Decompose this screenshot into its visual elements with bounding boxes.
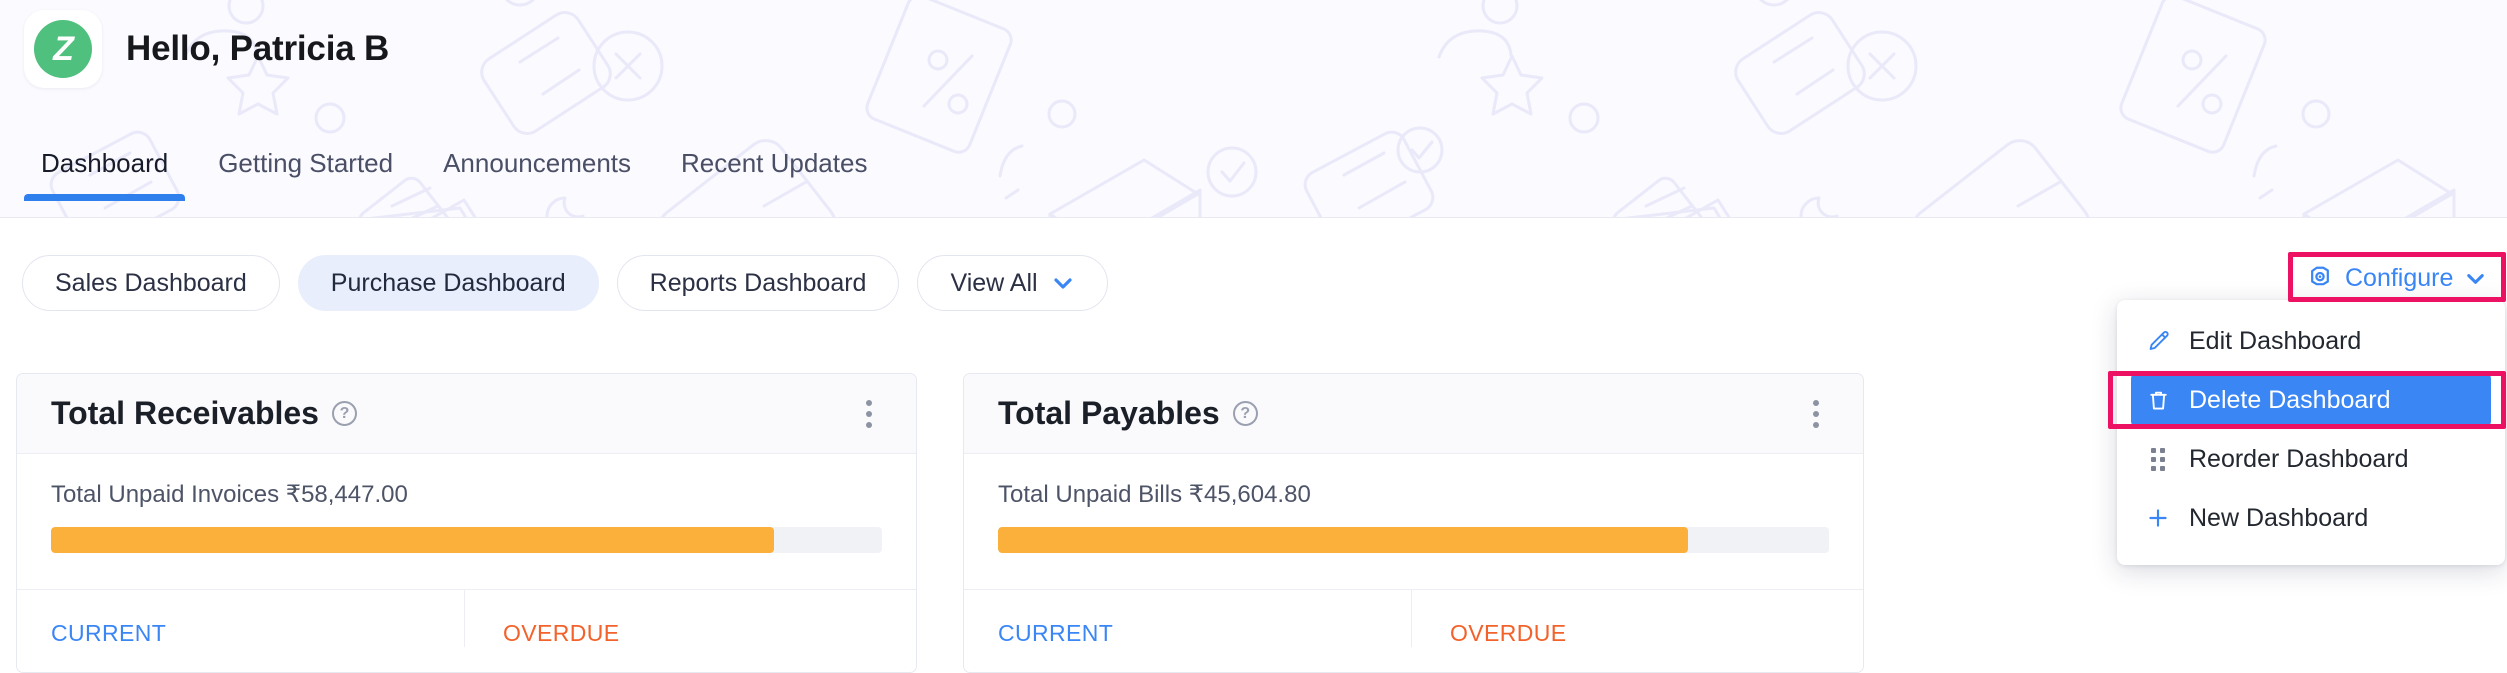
- configure-label: Configure: [2345, 263, 2454, 292]
- card-title-group: Total Receivables ?: [51, 395, 357, 432]
- logo-letter: Z: [53, 29, 74, 68]
- tab-recent-updates[interactable]: Recent Updates: [656, 148, 892, 201]
- card-title: Total Payables: [998, 395, 1220, 431]
- gear-icon: [2306, 264, 2334, 292]
- unpaid-total-label: Total Unpaid Invoices ₹58,447.00: [51, 481, 408, 508]
- card-header: Total Receivables ?: [17, 374, 916, 454]
- pill-label: Reports Dashboard: [649, 268, 867, 297]
- tab-label: Recent Updates: [681, 148, 868, 178]
- menu-item-edit-dashboard[interactable]: Edit Dashboard: [2131, 313, 2491, 369]
- pill-label: Purchase Dashboard: [330, 268, 566, 297]
- page-title: Hello, Patricia B: [126, 29, 390, 68]
- brand-row: Z Hello, Patricia B: [24, 10, 389, 88]
- footer-label-overdue: OVERDUE: [1450, 620, 1567, 646]
- card-footer: CURRENT OVERDUE: [964, 589, 1863, 672]
- card-title-group: Total Payables ?: [998, 395, 1258, 432]
- chevron-down-icon: [2464, 267, 2487, 290]
- card-header: Total Payables ?: [964, 374, 1863, 454]
- footer-label-current: CURRENT: [998, 620, 1114, 646]
- help-circle-icon[interactable]: ?: [331, 401, 357, 426]
- tab-label: Dashboard: [41, 148, 169, 178]
- configure-button[interactable]: Configure: [2292, 256, 2502, 300]
- tab-dashboard[interactable]: Dashboard: [16, 148, 193, 201]
- menu-item-delete-dashboard[interactable]: Delete Dashboard: [2131, 372, 2491, 428]
- menu-item-reorder-dashboard[interactable]: Reorder Dashboard: [2131, 431, 2491, 487]
- pill-reports-dashboard[interactable]: Reports Dashboard: [616, 255, 900, 311]
- kebab-menu-icon[interactable]: [1803, 392, 1829, 436]
- card-footer: CURRENT OVERDUE: [17, 589, 916, 672]
- progress-bar-fill: [998, 527, 1688, 553]
- dashboard-switcher: Sales Dashboard Purchase Dashboard Repor…: [22, 255, 1108, 311]
- menu-item-new-dashboard[interactable]: New Dashboard: [2131, 490, 2491, 546]
- pill-purchase-dashboard[interactable]: Purchase Dashboard: [297, 255, 599, 311]
- menu-item-label: Reorder Dashboard: [2189, 444, 2409, 473]
- primary-tabs: Dashboard Getting Started Announcements …: [16, 148, 892, 201]
- footer-label-overdue: OVERDUE: [503, 620, 620, 646]
- kebab-menu-icon[interactable]: [856, 392, 882, 436]
- progress-bar-track: [51, 527, 882, 553]
- menu-item-label: Edit Dashboard: [2189, 326, 2362, 355]
- card-body: Total Unpaid Bills ₹45,604.80: [964, 454, 1863, 589]
- card-total-receivables: Total Receivables ? Total Unpaid Invoice…: [16, 373, 917, 673]
- chevron-down-icon: [1051, 271, 1075, 295]
- help-circle-icon[interactable]: ?: [1232, 401, 1258, 426]
- dot-grid-icon: [2145, 446, 2171, 472]
- footer-cell-current[interactable]: CURRENT: [17, 590, 464, 647]
- pencil-icon: [2145, 328, 2171, 354]
- unpaid-total-label: Total Unpaid Bills ₹45,604.80: [998, 481, 1311, 508]
- footer-label-current: CURRENT: [51, 620, 167, 646]
- app-logo-tile[interactable]: Z: [24, 10, 102, 88]
- footer-cell-current[interactable]: CURRENT: [964, 590, 1411, 647]
- card-total-payables: Total Payables ? Total Unpaid Bills ₹45,…: [963, 373, 1864, 673]
- pill-label: Sales Dashboard: [55, 268, 247, 297]
- tab-getting-started[interactable]: Getting Started: [193, 148, 418, 201]
- card-title: Total Receivables: [51, 395, 319, 431]
- trash-icon: [2145, 387, 2171, 413]
- app-header: Z Hello, Patricia B Dashboard Getting St…: [0, 0, 2507, 218]
- tab-label: Announcements: [443, 148, 631, 178]
- configure-button-wrap: Configure: [2292, 256, 2502, 300]
- progress-bar-track: [998, 527, 1829, 553]
- pill-label: View All: [950, 268, 1038, 297]
- menu-item-label: Delete Dashboard: [2189, 385, 2391, 414]
- card-body: Total Unpaid Invoices ₹58,447.00: [17, 454, 916, 589]
- configure-dropdown-menu: Edit Dashboard Delete Dashboard Reorder …: [2117, 300, 2505, 565]
- tab-announcements[interactable]: Announcements: [418, 148, 656, 201]
- menu-item-label: New Dashboard: [2189, 503, 2369, 532]
- footer-cell-overdue[interactable]: OVERDUE: [1411, 590, 1863, 647]
- pill-sales-dashboard[interactable]: Sales Dashboard: [22, 255, 280, 311]
- zoho-logo-icon: Z: [34, 20, 92, 78]
- footer-cell-overdue[interactable]: OVERDUE: [464, 590, 916, 647]
- tab-label: Getting Started: [218, 148, 394, 178]
- pill-view-all[interactable]: View All: [917, 255, 1108, 311]
- progress-bar-fill: [51, 527, 774, 553]
- plus-icon: [2145, 505, 2171, 531]
